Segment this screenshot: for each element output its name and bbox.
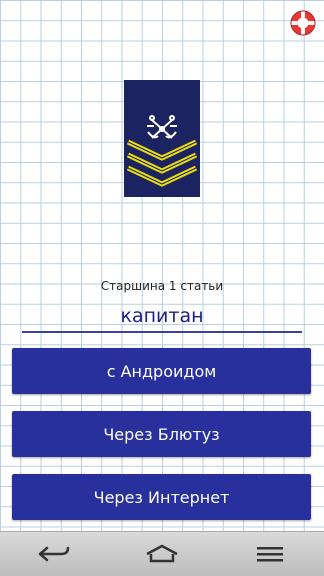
- menu-icon[interactable]: [240, 536, 300, 572]
- play-with-android-button[interactable]: с Андроидом: [12, 348, 311, 394]
- name-input[interactable]: [22, 300, 302, 333]
- system-navigation-bar: [0, 531, 324, 576]
- home-icon[interactable]: [132, 536, 192, 572]
- play-via-bluetooth-button[interactable]: Через Блютуз: [12, 411, 311, 457]
- rank-insignia-image: [124, 80, 200, 197]
- play-via-internet-button[interactable]: Через Интернет: [12, 474, 311, 520]
- back-icon[interactable]: [24, 536, 84, 572]
- lifebuoy-icon[interactable]: [288, 8, 318, 38]
- rank-label: Старшина 1 статьи: [100, 279, 224, 293]
